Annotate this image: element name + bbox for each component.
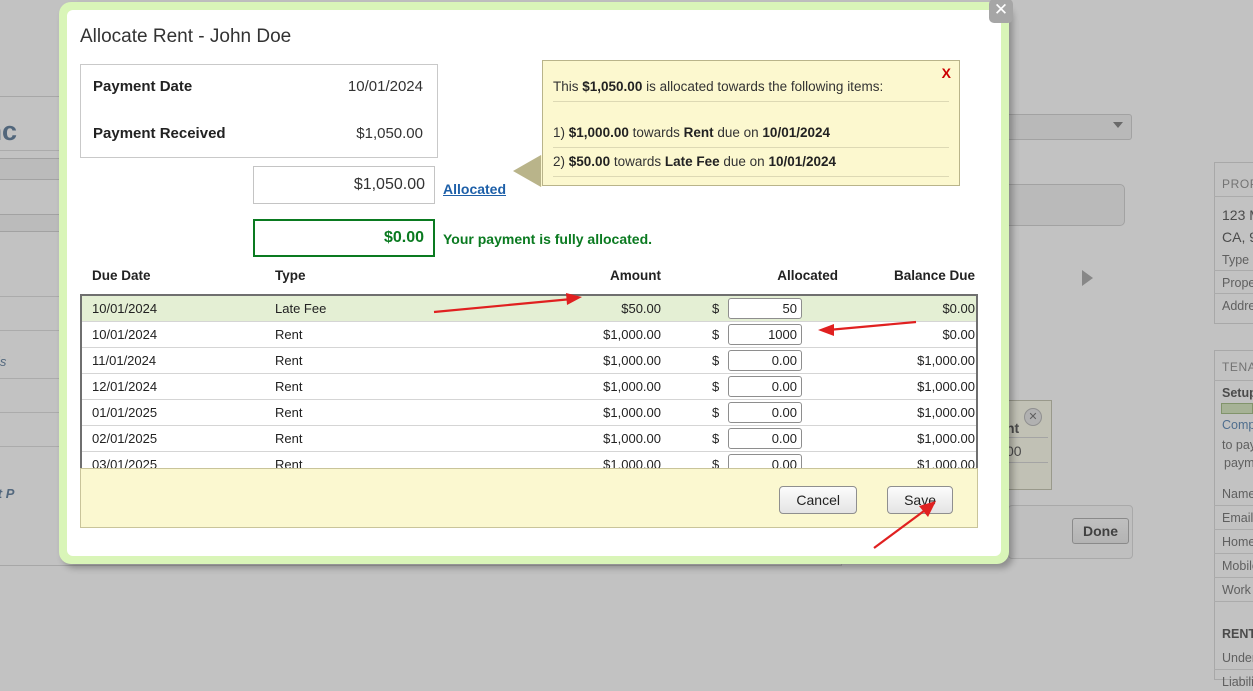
table-row[interactable]: 12/01/2024 Rent $1,000.00 $ $1,000.00 xyxy=(82,374,976,400)
callout-item-1-date: 10/01/2024 xyxy=(762,125,830,140)
payment-received-value: $1,050.00 xyxy=(356,125,423,142)
callout-item-1-amount: $1,000.00 xyxy=(569,125,629,140)
allocate-rent-dialog: ✕ Allocate Rent - John Doe Payment Date … xyxy=(59,2,1009,564)
allocation-table: Due Date Type Amount Allocated Balance D… xyxy=(80,263,978,470)
column-header-type: Type xyxy=(275,268,306,283)
allocation-callout: X This $1,050.00 is allocated towards th… xyxy=(542,60,960,186)
payment-date-value: 10/01/2024 xyxy=(348,78,423,95)
fully-allocated-message: Your payment is fully allocated. xyxy=(443,231,652,247)
cell-amount: $50.00 xyxy=(531,301,661,316)
callout-item-1: 1) $1,000.00 towards Rent due on 10/01/2… xyxy=(553,125,949,148)
cell-type: Rent xyxy=(275,353,302,368)
currency-symbol: $ xyxy=(712,431,719,446)
cancel-button[interactable]: Cancel xyxy=(779,486,857,514)
cell-amount: $1,000.00 xyxy=(531,327,661,342)
callout-intro-amount: $1,050.00 xyxy=(582,79,642,94)
cell-due-date: 11/01/2024 xyxy=(92,353,156,368)
payment-date-label: Payment Date xyxy=(93,78,192,95)
table-body[interactable]: 10/01/2024Late Fee$50.00$$0.0010/01/2024… xyxy=(80,294,978,470)
cell-amount: $1,000.00 xyxy=(531,379,661,394)
cell-type: Rent xyxy=(275,379,302,394)
allocated-input[interactable] xyxy=(728,402,802,423)
allocated-link[interactable]: Allocated xyxy=(443,181,506,197)
remaining-total-value: $0.00 xyxy=(384,229,424,247)
cell-due-date: 12/01/2024 xyxy=(92,379,157,394)
column-header-allocated: Allocated xyxy=(708,268,838,283)
payment-summary-box: Payment Date 10/01/2024 Payment Received… xyxy=(80,64,438,158)
callout-item-2-date: 10/01/2024 xyxy=(768,154,836,169)
allocated-input[interactable] xyxy=(728,324,802,345)
table-row[interactable]: 10/01/2024 Rent $1,000.00 $ $0.00 xyxy=(82,322,976,348)
callout-item-2-type: Late Fee xyxy=(665,154,720,169)
callout-item-2: 2) $50.00 towards Late Fee due on 10/01/… xyxy=(553,154,949,177)
currency-symbol: $ xyxy=(712,405,719,420)
callout-item-2-index: 2) xyxy=(553,154,565,169)
dialog-footer: Cancel Save xyxy=(80,468,978,528)
cell-type: Late Fee xyxy=(275,301,326,316)
callout-item-1-due: due on xyxy=(714,125,763,140)
dialog-title: Allocate Rent - John Doe xyxy=(80,26,291,48)
column-header-balance-due: Balance Due xyxy=(840,268,975,283)
payment-date-row: Payment Date 10/01/2024 xyxy=(81,65,437,112)
column-header-due-date: Due Date xyxy=(92,268,151,283)
column-header-amount: Amount xyxy=(531,268,661,283)
payment-received-row: Payment Received $1,050.00 xyxy=(81,112,437,159)
cell-balance: $1,000.00 xyxy=(840,379,975,394)
cell-balance: $0.00 xyxy=(840,301,975,316)
callout-pointer-icon xyxy=(514,155,542,187)
cell-type: Rent xyxy=(275,405,302,420)
callout-intro: This $1,050.00 is allocated towards the … xyxy=(553,79,949,102)
callout-intro-prefix: This xyxy=(553,79,582,94)
payment-received-label: Payment Received xyxy=(93,125,226,142)
allocated-input[interactable] xyxy=(728,298,802,319)
callout-intro-suffix: is allocated towards the following items… xyxy=(642,79,883,94)
save-button[interactable]: Save xyxy=(887,486,953,514)
allocated-input[interactable] xyxy=(728,350,802,371)
cell-balance: $0.00 xyxy=(840,327,975,342)
callout-item-1-index: 1) xyxy=(553,125,565,140)
cell-due-date: 10/01/2024 xyxy=(92,327,157,342)
callout-item-2-due: due on xyxy=(720,154,769,169)
callout-item-2-mid: towards xyxy=(610,154,665,169)
table-row[interactable]: 02/01/2025 Rent $1,000.00 $ $1,000.00 xyxy=(82,426,976,452)
currency-symbol: $ xyxy=(712,301,719,316)
allocated-total-value: $1,050.00 xyxy=(354,176,425,194)
dialog-body: ✕ Allocate Rent - John Doe Payment Date … xyxy=(67,10,1001,556)
currency-symbol: $ xyxy=(712,379,719,394)
cell-amount: $1,000.00 xyxy=(531,405,661,420)
cell-due-date: 10/01/2024 xyxy=(92,301,157,316)
cell-type: Rent xyxy=(275,327,302,342)
cell-type: Rent xyxy=(275,431,302,446)
allocated-input[interactable] xyxy=(728,428,802,449)
table-row[interactable]: 11/01/2024 Rent $1,000.00 $ $1,000.00 xyxy=(82,348,976,374)
close-icon[interactable]: ✕ xyxy=(989,0,1013,23)
cell-due-date: 01/01/2025 xyxy=(92,405,157,420)
callout-item-2-amount: $50.00 xyxy=(569,154,610,169)
cell-amount: $1,000.00 xyxy=(531,353,661,368)
remaining-total-box: $0.00 xyxy=(253,219,435,257)
table-row[interactable]: 01/01/2025 Rent $1,000.00 $ $1,000.00 xyxy=(82,400,976,426)
cell-balance: $1,000.00 xyxy=(840,405,975,420)
cell-amount: $1,000.00 xyxy=(531,431,661,446)
table-header: Due Date Type Amount Allocated Balance D… xyxy=(80,263,978,294)
cell-balance: $1,000.00 xyxy=(840,431,975,446)
table-row[interactable]: 10/01/2024 Late Fee $50.00 $ $0.00 xyxy=(82,296,976,322)
cell-due-date: 02/01/2025 xyxy=(92,431,157,446)
currency-symbol: $ xyxy=(712,353,719,368)
callout-item-1-type: Rent xyxy=(684,125,714,140)
allocated-total-box: $1,050.00 xyxy=(253,166,435,204)
currency-symbol: $ xyxy=(712,327,719,342)
cell-balance: $1,000.00 xyxy=(840,353,975,368)
allocated-input[interactable] xyxy=(728,376,802,397)
callout-item-1-mid: towards xyxy=(629,125,684,140)
